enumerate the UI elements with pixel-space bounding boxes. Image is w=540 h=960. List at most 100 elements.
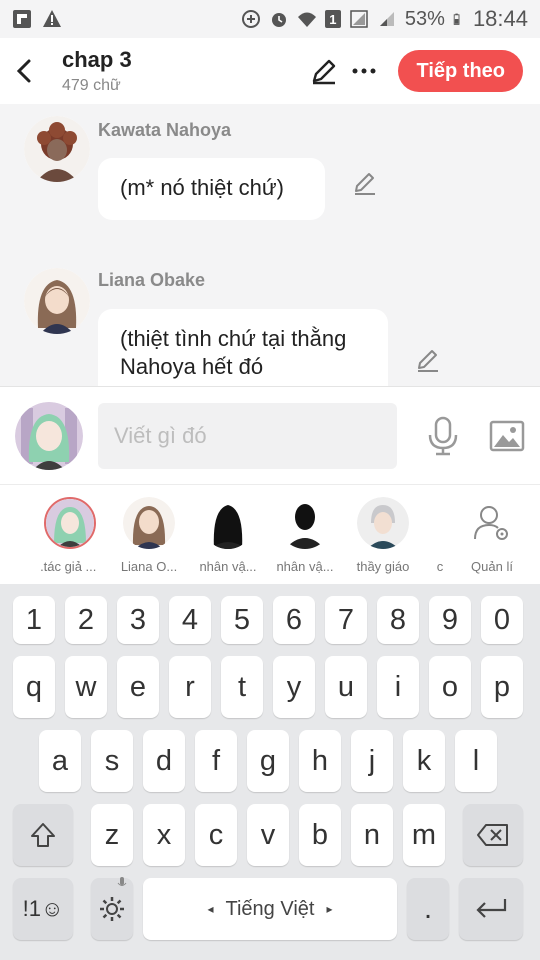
- avatar: [123, 497, 175, 549]
- key-4[interactable]: 4: [169, 596, 211, 644]
- key-p[interactable]: p: [481, 656, 523, 718]
- space-label: Tiếng Việt: [225, 897, 315, 920]
- character-avatar-icon: [46, 499, 94, 547]
- character-avatar-icon: [24, 116, 90, 182]
- character-item[interactable]: nhân vậ...: [265, 497, 345, 574]
- edit-message-icon[interactable]: [352, 170, 378, 196]
- key-l[interactable]: l: [455, 730, 497, 792]
- chapter-title: chap 3: [62, 47, 132, 72]
- key-c[interactable]: c: [195, 804, 237, 866]
- key-i[interactable]: i: [377, 656, 419, 718]
- character-avatar-icon: [15, 401, 83, 470]
- key-g[interactable]: g: [247, 730, 289, 792]
- character-item[interactable]: Liana O...: [109, 497, 189, 574]
- more-horizontal-icon: [352, 68, 376, 74]
- key-m[interactable]: m: [403, 804, 445, 866]
- battery-icon: [453, 13, 460, 25]
- character-label: nhân vậ...: [276, 559, 334, 574]
- symbols-key[interactable]: !1☺: [13, 878, 73, 940]
- microphone-small-icon: [117, 877, 127, 886]
- key-o[interactable]: o: [429, 656, 471, 718]
- key-2[interactable]: 2: [65, 596, 107, 644]
- warning-icon: [43, 10, 61, 27]
- key-5[interactable]: 5: [221, 596, 263, 644]
- enter-key[interactable]: [459, 878, 523, 940]
- insert-image-button[interactable]: [487, 416, 527, 456]
- key-e[interactable]: e: [117, 656, 159, 718]
- character-label: Quản lí: [471, 559, 513, 574]
- key-n[interactable]: n: [351, 804, 393, 866]
- manage-characters-button[interactable]: Quản lí: [452, 497, 532, 574]
- enter-icon: [476, 899, 507, 918]
- key-s[interactable]: s: [91, 730, 133, 792]
- character-item[interactable]: nhân vậ...: [188, 497, 268, 574]
- backspace-key[interactable]: [463, 804, 523, 866]
- character-strip[interactable]: ... tác giả ... Liana O... nhân vậ... nh…: [0, 484, 540, 584]
- editor-header: chap 3 479 chữ Tiếp theo: [0, 38, 540, 104]
- character-label: nhân vậ...: [199, 559, 257, 574]
- character-label: tác giả ...: [43, 559, 97, 574]
- key-u[interactable]: u: [325, 656, 367, 718]
- notification-count-badge: 1: [324, 10, 341, 28]
- key-k[interactable]: k: [403, 730, 445, 792]
- key-x[interactable]: x: [143, 804, 185, 866]
- character-avatar-icon: [24, 268, 90, 334]
- character-item[interactable]: tác giả ...: [30, 497, 110, 574]
- message-bubble[interactable]: (m* nó thiệt chứ): [98, 158, 325, 220]
- period-key[interactable]: .: [407, 878, 449, 940]
- gear-icon: [100, 897, 124, 921]
- key-z[interactable]: z: [91, 804, 133, 866]
- settings-key[interactable]: [91, 877, 133, 940]
- key-9[interactable]: 9: [429, 596, 471, 644]
- next-button[interactable]: Tiếp theo: [398, 50, 523, 92]
- chat-area[interactable]: Kawata Nahoya (m* nó thiệt chứ) Liana Ob…: [0, 104, 540, 386]
- key-w[interactable]: w: [65, 656, 107, 718]
- character-avatar-icon: [123, 497, 175, 549]
- message-bubble[interactable]: (thiệt tình chứ tại thằng Nahoya hết đó: [98, 309, 388, 386]
- app-notification-icon: [13, 10, 31, 28]
- key-y[interactable]: y: [273, 656, 315, 718]
- key-0[interactable]: 0: [481, 596, 523, 644]
- avatar[interactable]: [24, 116, 90, 182]
- message-input[interactable]: Viết gì đó: [98, 402, 397, 469]
- shift-icon: [31, 823, 55, 847]
- shift-key[interactable]: [13, 804, 73, 866]
- key-6[interactable]: 6: [273, 596, 315, 644]
- word-count: 479 chữ: [62, 77, 121, 94]
- key-a[interactable]: a: [39, 730, 81, 792]
- avatar[interactable]: [24, 268, 90, 334]
- status-bar: 1 53% 18:44: [0, 0, 540, 38]
- arrow-right-icon: ▸: [326, 902, 333, 916]
- avatar: [202, 497, 254, 549]
- key-3[interactable]: 3: [117, 596, 159, 644]
- key-f[interactable]: f: [195, 730, 237, 792]
- key-7[interactable]: 7: [325, 596, 367, 644]
- back-button[interactable]: [0, 38, 48, 104]
- key-b[interactable]: b: [299, 804, 341, 866]
- key-8[interactable]: 8: [377, 596, 419, 644]
- arrow-left-icon: ◂: [207, 902, 214, 916]
- key-d[interactable]: d: [143, 730, 185, 792]
- key-q[interactable]: q: [13, 656, 55, 718]
- avatar: [466, 497, 518, 549]
- battery-percent: 53%: [404, 7, 445, 30]
- wifi-icon: [297, 12, 316, 27]
- signal-icon: [350, 10, 368, 28]
- key-h[interactable]: h: [299, 730, 341, 792]
- voice-input-button[interactable]: [423, 416, 463, 456]
- edit-title-button[interactable]: [304, 51, 344, 91]
- key-j[interactable]: j: [351, 730, 393, 792]
- edit-message-icon[interactable]: [415, 347, 441, 373]
- space-key[interactable]: ◂ Tiếng Việt ▸: [143, 878, 397, 940]
- sender-name: Liana Obake: [98, 270, 206, 290]
- selected-character-avatar[interactable]: [15, 401, 83, 470]
- key-r[interactable]: r: [169, 656, 211, 718]
- silhouette-male-icon: [279, 497, 331, 549]
- user-settings-icon: [474, 506, 508, 540]
- image-icon: [489, 420, 525, 451]
- signal-weak-icon: [379, 12, 394, 26]
- key-v[interactable]: v: [247, 804, 289, 866]
- key-1[interactable]: 1: [13, 596, 55, 644]
- key-t[interactable]: t: [221, 656, 263, 718]
- more-options-button[interactable]: [344, 51, 384, 91]
